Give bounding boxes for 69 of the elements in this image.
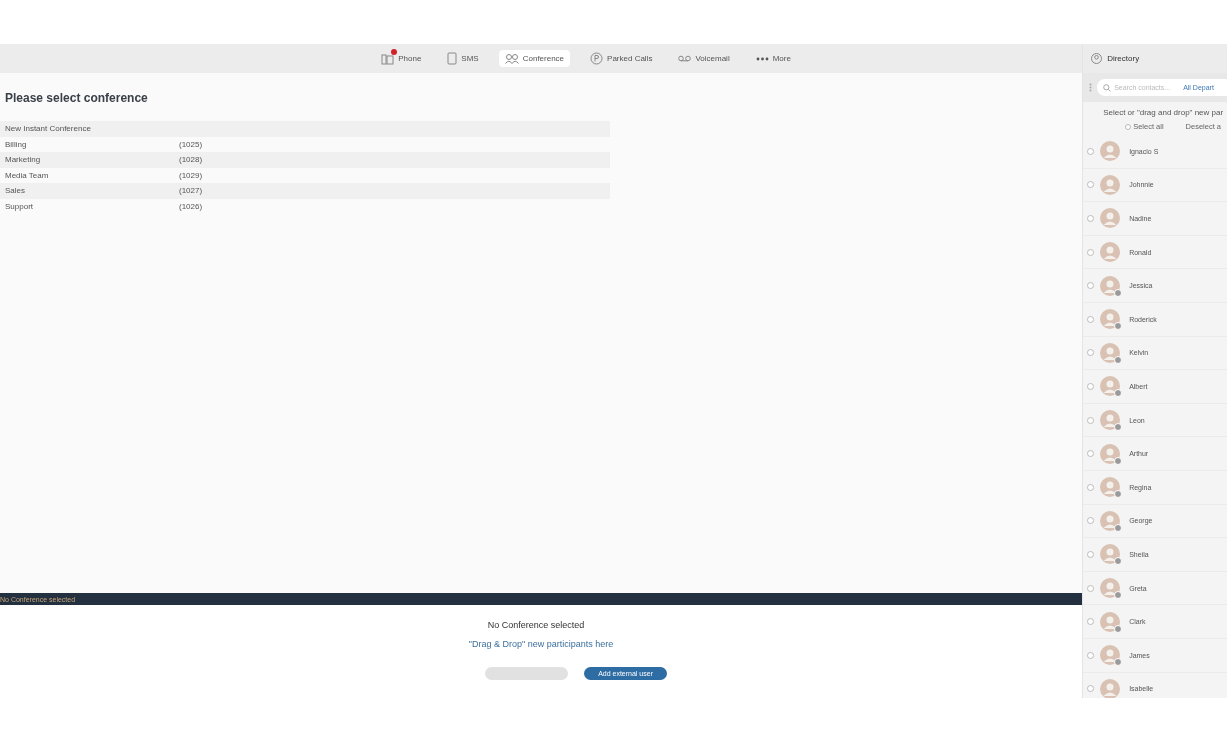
conference-row[interactable]: Sales (1027)	[0, 183, 611, 199]
avatar-icon	[1100, 208, 1121, 229]
avatar-icon	[1100, 645, 1121, 666]
avatar-icon	[1100, 275, 1121, 296]
details-title: No Conference selected	[487, 620, 585, 630]
contact-radio[interactable]	[1087, 349, 1095, 357]
conference-name: Billing	[5, 139, 28, 149]
avatar-icon	[1100, 242, 1121, 263]
conference-row[interactable]: Billing (1025)	[0, 136, 611, 152]
avatar-icon	[1100, 174, 1121, 195]
avatar-icon	[1100, 443, 1121, 464]
page-title: Please select conference	[5, 91, 149, 105]
conference-row[interactable]: New Instant Conference	[0, 121, 611, 137]
nav-tab[interactable]: Parked Calls	[584, 49, 659, 68]
search-icon	[1103, 83, 1112, 92]
conference-number: (1027)	[179, 186, 203, 196]
avatar-icon	[1100, 309, 1121, 330]
conference-name: Sales	[5, 186, 26, 196]
contact-radio[interactable]	[1087, 215, 1095, 222]
contact-radio[interactable]	[1087, 416, 1095, 424]
avatar-icon	[1100, 376, 1121, 397]
avatar-icon	[1100, 578, 1121, 598]
contact-radio[interactable]	[1087, 282, 1095, 290]
conference-row[interactable]: Support (1026)	[0, 198, 611, 214]
contact-radio[interactable]	[1087, 483, 1095, 491]
contact-radio[interactable]	[1087, 248, 1095, 256]
nav-tab[interactable]: SMS	[441, 49, 485, 68]
conference-name: Support	[5, 201, 35, 211]
contact-radio[interactable]	[1087, 517, 1095, 525]
avatar-icon	[1100, 342, 1121, 363]
conference-row[interactable]: Media Team (1029)	[0, 167, 611, 183]
contact-radio[interactable]	[1087, 651, 1095, 659]
contact-radio[interactable]	[1087, 181, 1095, 189]
contact-radio[interactable]	[1087, 584, 1095, 592]
people-icon	[504, 53, 519, 64]
contact-icon	[1091, 53, 1103, 64]
conference-row[interactable]: Marketing (1028)	[0, 152, 611, 168]
avatar-icon	[1100, 611, 1121, 632]
avatar-icon	[1100, 510, 1121, 531]
contact-radio[interactable]	[1087, 685, 1095, 693]
conference-number: (1029)	[179, 170, 203, 180]
avatar-icon	[1100, 141, 1121, 162]
contact-radio[interactable]	[1087, 550, 1095, 558]
conference-name: Marketing	[5, 155, 42, 165]
avatar-icon	[1100, 544, 1121, 565]
avatar-icon	[1100, 410, 1121, 431]
nav-tab[interactable]: More	[749, 51, 797, 66]
contact-radio[interactable]	[1087, 450, 1095, 458]
voicemail-icon	[678, 55, 692, 62]
drop-hint: "Drag & Drop" new participants here	[468, 639, 614, 649]
more-icon	[755, 56, 769, 61]
conference-number: (1028)	[179, 155, 203, 165]
nav-tab[interactable]: Phone	[375, 49, 428, 68]
instruction-text: Select or "drag and drop" new par	[1102, 107, 1225, 117]
panel-title: Directory	[1107, 54, 1140, 63]
phone-icon	[381, 52, 395, 65]
avatar-icon	[1100, 477, 1121, 498]
conference-name: New Instant Conference	[5, 124, 92, 134]
conference-number: (1025)	[179, 139, 203, 149]
contact-radio[interactable]	[1087, 315, 1095, 323]
contact-radio[interactable]	[1087, 147, 1095, 155]
conference-number: (1026)	[179, 201, 203, 211]
nav-tab[interactable]: Conference	[498, 50, 571, 67]
nav-tab[interactable]: Voicemail	[672, 51, 736, 66]
contact-radio[interactable]	[1087, 618, 1095, 626]
conference-name: Media Team	[5, 170, 50, 180]
contact-radio[interactable]	[1087, 382, 1095, 390]
mobile-icon	[447, 52, 458, 65]
parking-icon	[590, 52, 604, 65]
